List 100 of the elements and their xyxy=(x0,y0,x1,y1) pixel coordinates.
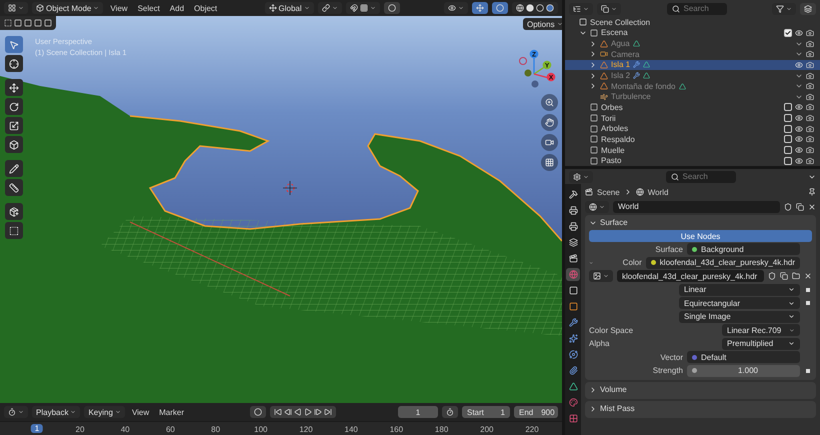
outliner-item[interactable]: Torii xyxy=(565,112,820,124)
number-field[interactable]: 1.000 xyxy=(687,364,800,377)
eye-icon[interactable] xyxy=(795,124,803,133)
snap-button[interactable] xyxy=(346,2,380,14)
eye-icon[interactable] xyxy=(795,28,803,37)
panel-header[interactable]: Surface xyxy=(589,216,812,229)
camera-view-button[interactable] xyxy=(541,134,558,151)
menu-item[interactable]: Object xyxy=(191,4,220,12)
record-button[interactable] xyxy=(250,406,266,418)
outliner-item[interactable]: Isla 2 xyxy=(565,70,820,81)
checkbox[interactable] xyxy=(784,124,792,133)
shading-button[interactable] xyxy=(512,2,558,14)
camera-icon[interactable] xyxy=(806,82,814,90)
camera-icon[interactable] xyxy=(806,60,814,69)
camera-icon[interactable] xyxy=(806,124,814,133)
socket-field[interactable]: Background xyxy=(687,243,800,256)
chevron-right-icon[interactable] xyxy=(589,72,597,80)
filter-button[interactable] xyxy=(772,2,796,14)
menu-item[interactable]: View xyxy=(107,4,131,12)
outliner-item[interactable]: Isla 1 xyxy=(565,60,820,70)
camera-icon[interactable] xyxy=(806,72,814,80)
zoom-button[interactable] xyxy=(541,94,558,111)
chevron-right-icon[interactable] xyxy=(589,82,597,90)
socket-field[interactable]: kloofendal_43d_clear_puresky_4k.hdr xyxy=(646,256,800,269)
camera-icon[interactable] xyxy=(806,40,814,48)
tool-button[interactable] xyxy=(5,203,23,220)
image-name-field[interactable]: kloofendal_43d_clear_puresky_4k.hdr xyxy=(617,270,764,282)
outliner-item[interactable]: Turbulence xyxy=(565,91,820,102)
copy-icon[interactable] xyxy=(796,202,804,211)
outliner-item[interactable]: Muelle xyxy=(565,144,820,156)
frame-ruler[interactable]: 1 20 40 60 80 100 120 140 160 180 200 220 xyxy=(0,421,562,435)
camera-icon[interactable] xyxy=(806,135,814,144)
menu-dropdown[interactable]: Playback xyxy=(32,406,80,418)
options-dropdown[interactable]: Options xyxy=(523,18,562,30)
menu-dropdown[interactable]: Keying xyxy=(84,406,125,418)
outliner-item[interactable]: Pasto xyxy=(565,155,820,166)
tool-button[interactable] xyxy=(5,136,23,153)
checkbox[interactable] xyxy=(784,135,792,144)
mode-dropdown[interactable]: Object Mode xyxy=(32,2,104,14)
tool-button[interactable] xyxy=(5,160,23,177)
editor-type-button[interactable] xyxy=(4,406,28,418)
tool-button[interactable] xyxy=(5,55,23,72)
end-frame-field[interactable]: End 900 xyxy=(514,406,558,418)
shield-icon[interactable] xyxy=(784,202,792,211)
outliner-item[interactable]: Arboles xyxy=(565,123,820,134)
checkbox[interactable] xyxy=(784,114,792,122)
eye-icon[interactable] xyxy=(795,60,803,69)
checkbox[interactable] xyxy=(784,146,792,154)
tool-button[interactable] xyxy=(5,98,23,115)
shield-icon[interactable] xyxy=(768,272,776,280)
dropdown[interactable]: Linear xyxy=(679,284,800,296)
checkbox[interactable] xyxy=(784,28,792,37)
breadcrumb-item[interactable]: World xyxy=(648,188,668,197)
tool-button[interactable] xyxy=(5,117,23,134)
menu-item[interactable]: Marker xyxy=(156,408,188,416)
orientation-dropdown[interactable]: Global xyxy=(264,2,314,14)
gizmo-button[interactable] xyxy=(472,2,488,14)
pan-button[interactable] xyxy=(541,114,558,131)
overlay-button[interactable] xyxy=(492,2,508,14)
panel-header[interactable]: Volume xyxy=(589,383,812,396)
checkbox[interactable] xyxy=(784,156,792,165)
current-frame-marker[interactable]: 1 xyxy=(30,424,44,433)
proportional-button[interactable] xyxy=(384,2,400,14)
eye-icon[interactable] xyxy=(795,146,803,154)
outliner-item[interactable]: Camera xyxy=(565,48,820,60)
search-field[interactable]: Search xyxy=(666,170,736,182)
outliner-item[interactable]: Orbes xyxy=(565,102,820,113)
dropdown[interactable]: Premultiplied xyxy=(722,338,800,350)
world-browse-button[interactable] xyxy=(585,200,609,213)
eye-icon[interactable] xyxy=(795,103,803,112)
tool-button[interactable] xyxy=(5,222,23,239)
tool-button[interactable] xyxy=(5,79,23,96)
dropdown[interactable]: Equirectangular xyxy=(679,297,800,310)
grid-view-button[interactable] xyxy=(541,154,558,171)
outliner-item[interactable]: Escena xyxy=(565,28,820,38)
camera-icon[interactable] xyxy=(806,146,814,154)
eye-icon[interactable] xyxy=(795,156,803,165)
tool-button[interactable] xyxy=(5,179,23,196)
stopwatch-button[interactable] xyxy=(442,406,458,418)
pivot-button[interactable] xyxy=(318,2,342,14)
current-frame-field[interactable]: 1 xyxy=(398,406,438,418)
eye-icon[interactable] xyxy=(795,114,803,122)
outliner-item[interactable]: Agua xyxy=(565,38,820,49)
editor-type-button[interactable] xyxy=(4,2,28,14)
menu-item[interactable]: Select xyxy=(134,4,163,12)
filter-view-button[interactable] xyxy=(597,2,621,14)
chevron-right-icon[interactable] xyxy=(589,60,597,69)
dropdown[interactable]: Single Image xyxy=(679,310,800,323)
visibility-button[interactable] xyxy=(444,2,468,14)
image-browse-button[interactable] xyxy=(589,270,613,282)
dropdown[interactable]: Linear Rec.709 xyxy=(722,324,800,336)
camera-icon[interactable] xyxy=(806,92,814,101)
playback-controls[interactable] xyxy=(270,406,336,418)
display-mode-button[interactable] xyxy=(569,2,593,14)
camera-icon[interactable] xyxy=(806,28,814,37)
use-nodes-button[interactable]: Use Nodes xyxy=(589,230,812,242)
copy-icon[interactable] xyxy=(780,272,788,280)
camera-icon[interactable] xyxy=(806,50,814,58)
menu-item[interactable]: Add xyxy=(166,4,188,12)
chevron-right-icon[interactable] xyxy=(589,40,597,48)
